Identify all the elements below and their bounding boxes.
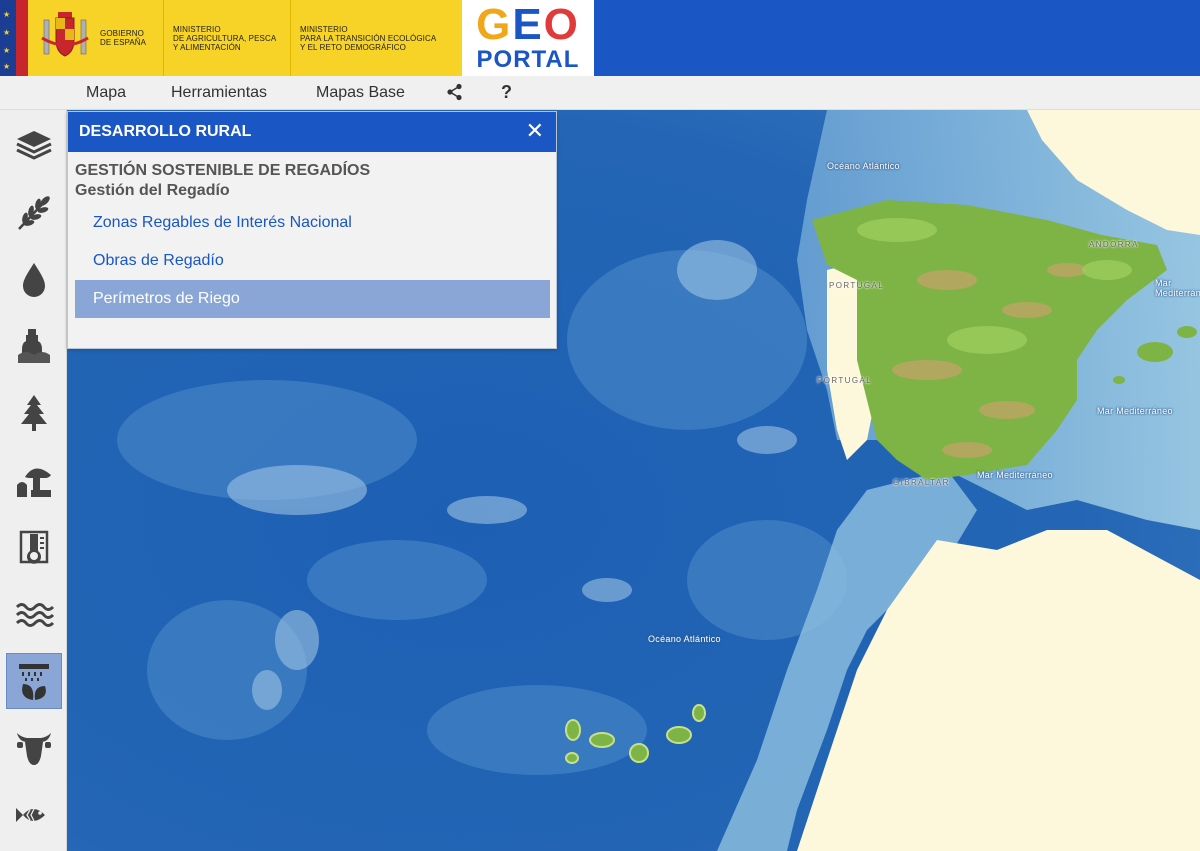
panel-title: DESARROLLO RURAL bbox=[79, 123, 252, 140]
nav-mapas-base[interactable]: Mapas Base bbox=[316, 84, 405, 102]
sidebar-sea-button[interactable] bbox=[6, 586, 62, 642]
geoportal-logo[interactable]: GEO PORTAL bbox=[462, 0, 594, 76]
panel-subsection-title: Gestión del Regadío bbox=[75, 182, 230, 199]
close-icon[interactable]: ✕ bbox=[526, 121, 544, 143]
sidebar-climate-button[interactable] bbox=[6, 519, 62, 575]
logo-portal-text: PORTAL bbox=[476, 46, 580, 73]
nav-mapa[interactable]: Mapa bbox=[86, 84, 126, 102]
map-label-andorra: ANDORRA bbox=[1089, 240, 1139, 249]
layer-link-perimetros-riego[interactable]: Perímetros de Riego bbox=[75, 280, 550, 318]
water-drop-icon bbox=[23, 263, 45, 297]
sidebar-agriculture-button[interactable] bbox=[6, 184, 62, 240]
ministerio-transicion-text: Ministerio para la Transición Ecológica y … bbox=[300, 25, 437, 52]
sidebar-livestock-button[interactable] bbox=[6, 720, 62, 776]
gobierno-text: Gobierno de España bbox=[100, 29, 147, 47]
desarrollo-rural-panel: DESARROLLO RURAL ✕ GESTIÓN SOSTENIBLE DE… bbox=[67, 111, 557, 349]
sidebar-food-button[interactable] bbox=[6, 318, 62, 374]
map-label-gibraltar: GIBRALTAR bbox=[893, 478, 950, 487]
eu-flag-strip: ★ ★ ★ ★ bbox=[0, 0, 28, 76]
wheat-icon bbox=[18, 196, 50, 230]
share-icon[interactable] bbox=[446, 83, 464, 106]
map-label-oceano-atlantico-north: Océano Atlántico bbox=[827, 161, 900, 171]
fish-icon bbox=[16, 808, 45, 822]
sidebar-layers-button[interactable] bbox=[6, 116, 62, 172]
panel-section-title: GESTIÓN SOSTENIBLE DE REGADÍOS bbox=[75, 162, 371, 179]
sidebar-forest-button[interactable] bbox=[6, 385, 62, 441]
map-label-mar-mediterraneo-1: Mar Mediterráneo bbox=[1155, 278, 1200, 298]
ministerio-agricultura-text: Ministerio de Agricultura, Pesca y Aliment… bbox=[173, 25, 277, 52]
sidebar-fisheries-button[interactable] bbox=[6, 787, 62, 843]
waves-icon bbox=[15, 603, 55, 627]
layers-icon bbox=[16, 131, 52, 160]
sidebar-irrigation-button[interactable] bbox=[6, 653, 62, 709]
sidebar-mushroom-button[interactable] bbox=[6, 452, 62, 508]
government-band: ★ ★ ★ ★ Gobierno de España Ministerio de A… bbox=[0, 0, 462, 76]
map-label-oceano-atlantico-south: Océano Atlántico bbox=[648, 634, 721, 644]
food-jug-icon bbox=[18, 329, 50, 363]
logo-geo-text: GEO bbox=[476, 0, 580, 49]
main-nav: Mapa Herramientas Mapas Base ? bbox=[0, 76, 1200, 110]
category-sidebar bbox=[0, 110, 67, 851]
map-label-mar-mediterraneo-2: Mar Mediterráneo bbox=[1097, 406, 1173, 416]
irrigation-icon bbox=[19, 664, 49, 700]
cow-icon bbox=[17, 733, 51, 765]
top-header: ★ ★ ★ ★ Gobierno de España Ministerio de A… bbox=[0, 0, 1200, 76]
layer-link-obras-regadio[interactable]: Obras de Regadío bbox=[75, 242, 550, 280]
thermometer-icon bbox=[19, 530, 49, 564]
nav-herramientas[interactable]: Herramientas bbox=[171, 84, 267, 102]
map-label-portugal-1: PORTUGAL bbox=[829, 281, 885, 290]
mushroom-icon bbox=[17, 468, 51, 497]
help-icon[interactable]: ? bbox=[501, 82, 512, 103]
panel-header: DESARROLLO RURAL ✕ bbox=[68, 112, 556, 152]
layer-link-zonas-regables[interactable]: Zonas Regables de Interés Nacional bbox=[75, 204, 550, 242]
tree-icon bbox=[21, 395, 47, 431]
map-label-portugal-2: PORTUGAL bbox=[817, 376, 873, 385]
sidebar-water-button[interactable] bbox=[6, 251, 62, 307]
map-label-mar-mediterraneo-3: Mar Mediterráneo bbox=[977, 470, 1053, 480]
coat-of-arms-icon bbox=[41, 12, 89, 57]
